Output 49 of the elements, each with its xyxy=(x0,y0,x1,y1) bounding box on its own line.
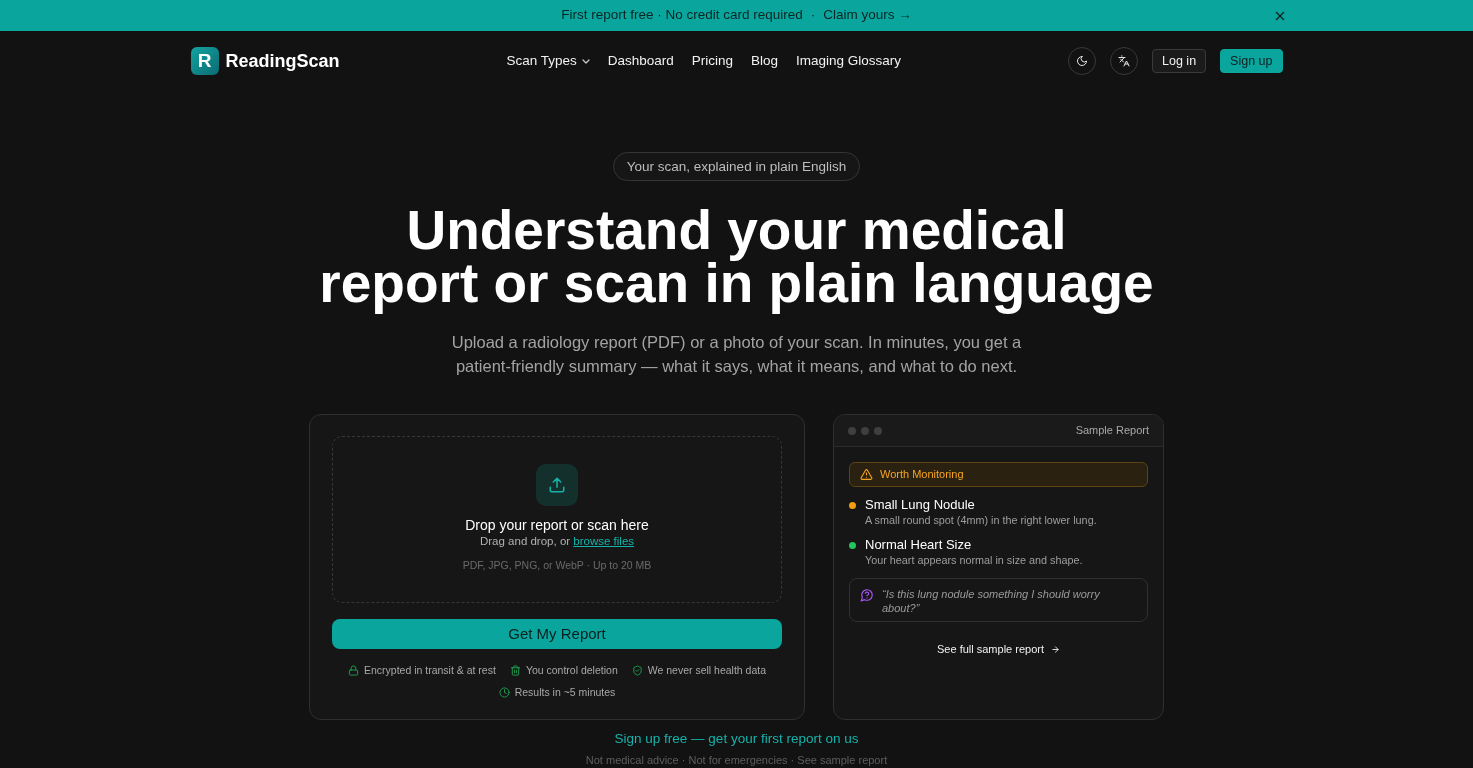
get-report-button[interactable]: Get My Report xyxy=(332,619,782,649)
warning-icon xyxy=(860,468,873,481)
upload-icon xyxy=(536,464,578,506)
translate-icon xyxy=(1118,55,1131,67)
assurance-text: You control deletion xyxy=(525,663,618,678)
close-icon[interactable] xyxy=(1274,10,1285,21)
claim-link[interactable]: Claim yours → xyxy=(823,5,912,26)
drop-title: Drop your report or scan here xyxy=(464,516,650,534)
finding-description: A small round spot (4mm) in the right lower lung. xyxy=(865,513,1097,527)
hero-subtitle: Upload a radiology report (PDF) or a photo of your scan. In minutes, you get a patient-friendly summary — what it says, what it means, and what to do next. xyxy=(450,332,1023,377)
arrow-right-icon xyxy=(1051,644,1060,654)
signup-button[interactable]: Sign up xyxy=(1220,49,1283,73)
nav-link[interactable]: Imaging Glossary xyxy=(796,50,902,72)
assurance-text: Results in ~5 minutes xyxy=(514,684,616,700)
browse-files-link[interactable]: browse files xyxy=(573,535,635,547)
drop-hint: Drag and drop, or browse files xyxy=(478,534,636,549)
scan-types-dropdown[interactable]: Scan Types xyxy=(506,50,590,72)
status-alert: Worth Monitoring xyxy=(849,462,1148,487)
chevron-down-icon xyxy=(581,58,590,64)
question-text: “Is this lung nodule something I should worry about?” xyxy=(882,587,1101,613)
nav-link[interactable]: Blog xyxy=(751,50,779,72)
question-chat-icon xyxy=(860,588,874,602)
window-dot-icon xyxy=(874,426,882,435)
lock-icon xyxy=(347,665,359,677)
assurance-text: Encrypted in transit & at rest xyxy=(363,663,496,678)
card-title: Sample Report xyxy=(1075,423,1149,439)
full-report-link[interactable]: See full sample report xyxy=(937,641,1060,658)
nav-link[interactable]: Pricing xyxy=(691,50,734,72)
nav-link[interactable]: Dashboard xyxy=(607,50,674,72)
finding-title: Small Lung Nodule xyxy=(865,497,976,513)
window-dot-icon xyxy=(848,426,856,435)
shield-check-icon xyxy=(631,665,643,677)
brand-name[interactable]: ReadingScan xyxy=(225,47,340,75)
file-format-note: PDF, JPG, PNG, or WebP · Up to 20 MB xyxy=(461,558,653,573)
signup-link[interactable]: Sign up free — get your first report on us xyxy=(614,730,859,748)
finding-title: Normal Heart Size xyxy=(865,537,973,553)
login-button[interactable]: Log in xyxy=(1152,49,1207,73)
trash-icon xyxy=(509,665,521,677)
drop-zone[interactable]: Drop your report or scan here Drag and drop, or browse files PDF, JPG, PNG, or WebP · Up to 20 MB xyxy=(332,436,782,603)
logo-mark[interactable]: R xyxy=(190,47,219,75)
clock-icon xyxy=(498,687,510,699)
disclaimer-text: Not medical advice · Not for emergencies · See sample report xyxy=(584,753,889,767)
assurance-text: We never sell health data xyxy=(647,663,767,678)
promo-text: First report free · No credit card required xyxy=(561,6,803,25)
finding-description: Your heart appears normal in size and shape. xyxy=(865,553,1083,567)
separator-dot: · xyxy=(810,6,816,25)
tagline-pill: Your scan, explained in plain English xyxy=(612,152,861,181)
window-dot-icon xyxy=(861,426,869,435)
moon-icon xyxy=(1076,55,1089,67)
